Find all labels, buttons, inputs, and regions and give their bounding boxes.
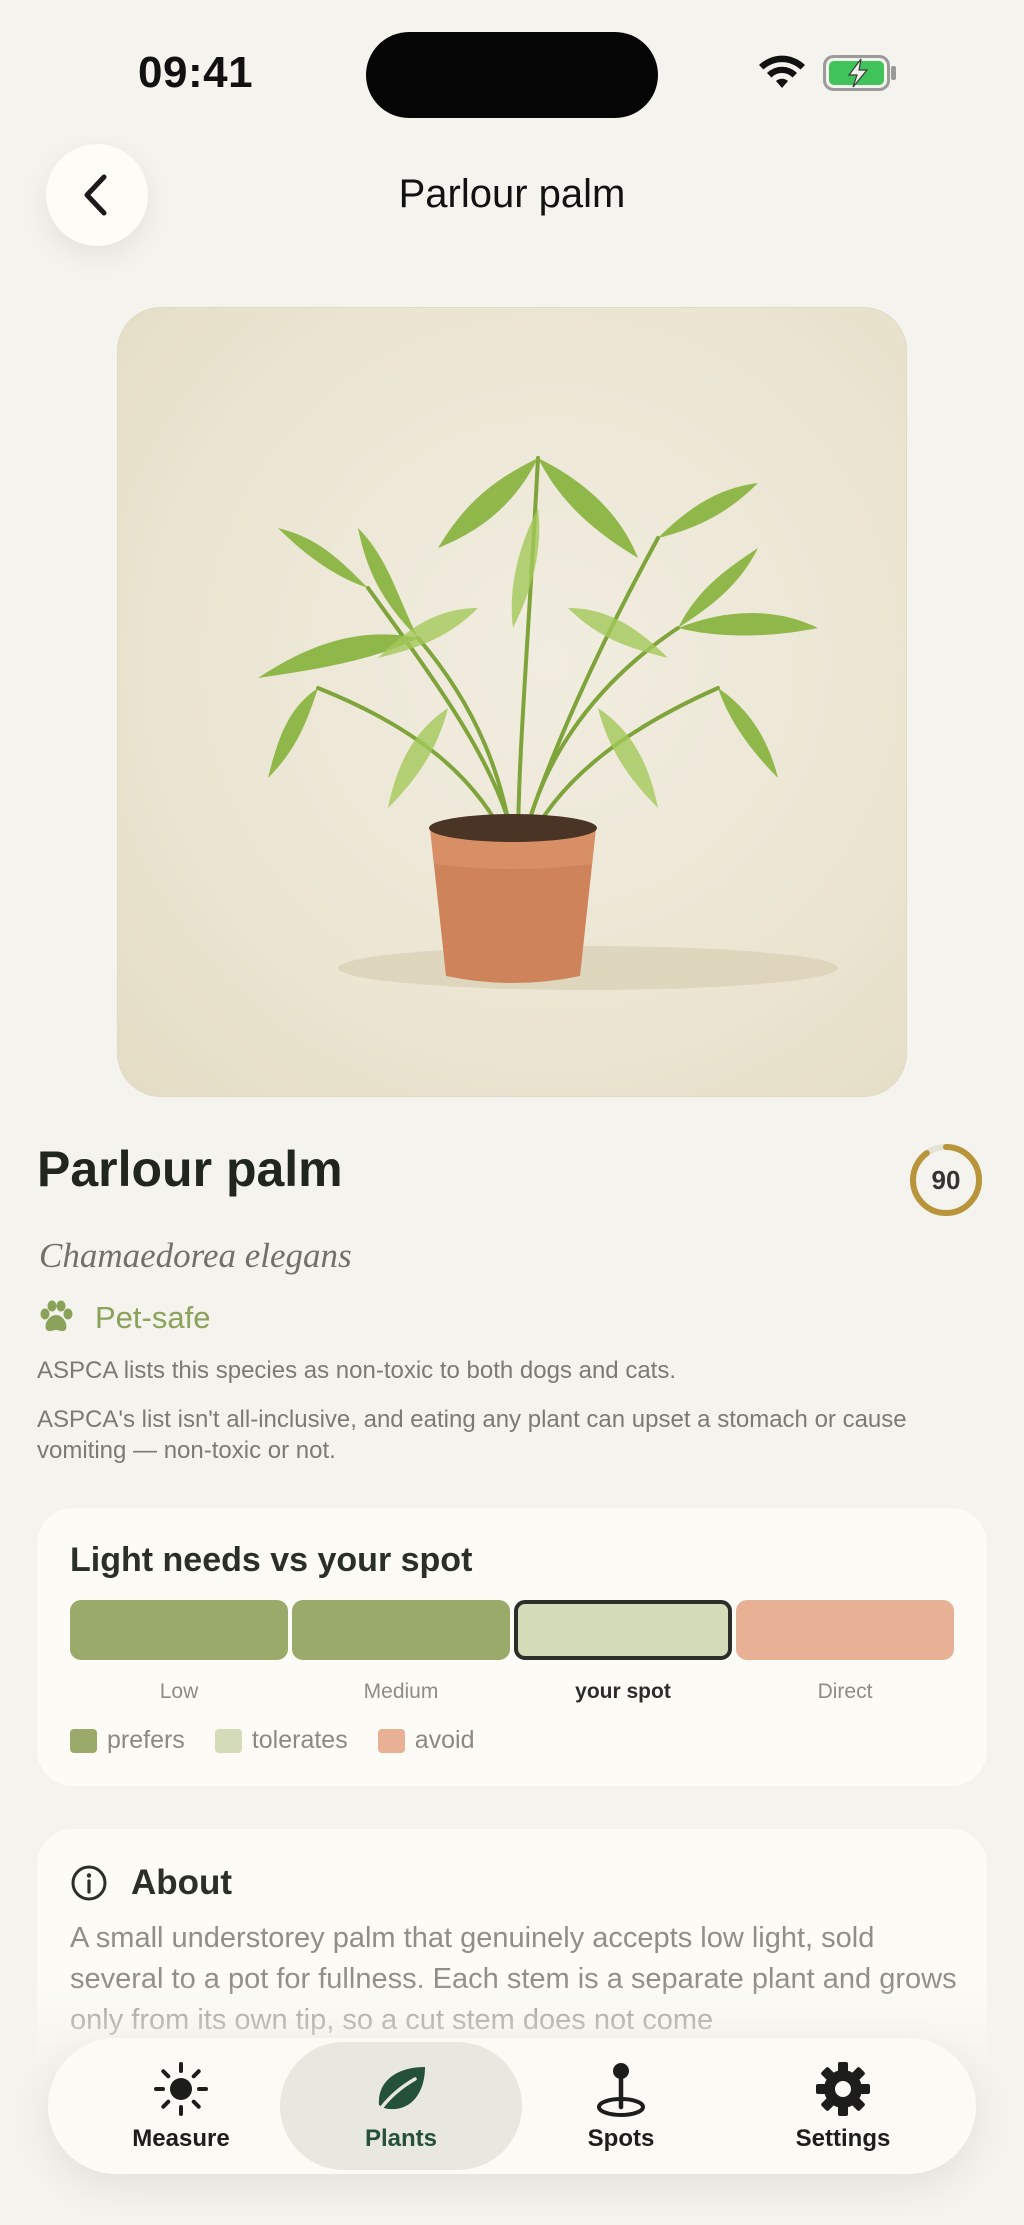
tab-label-measure: Measure <box>132 2125 230 2152</box>
legend-tolerates: tolerates <box>214 1726 348 1755</box>
sun-icon <box>154 2062 208 2116</box>
legend-prefers: prefers <box>70 1726 185 1755</box>
plant-detail-screen: 09:41 Parlour palm Parlour palm 90 Chama… <box>0 0 1024 2225</box>
wifi-icon <box>759 55 805 88</box>
plant-name: Parlour palm <box>37 1141 343 1197</box>
tab-label-spots: Spots <box>587 2125 655 2152</box>
gear-icon <box>816 2062 870 2116</box>
pet-safe-label: Pet-safe <box>95 1300 211 1335</box>
latin-name: Chamaedorea elegans <box>39 1236 352 1275</box>
tab-measure[interactable]: Measure <box>70 2038 292 2174</box>
page-title: Parlour palm <box>398 172 626 216</box>
legend-swatch-prefers <box>70 1728 97 1753</box>
light-bar-low <box>70 1600 288 1660</box>
light-legend: prefers tolerates avoid <box>70 1726 504 1755</box>
light-bar-medium <box>292 1600 510 1660</box>
pet-safety-disclaimer: ASPCA's list isn't all-inclusive, and ea… <box>37 1406 907 1464</box>
legend-swatch-tolerates <box>214 1728 242 1753</box>
leaf-icon <box>377 2067 425 2113</box>
palm-illustration <box>258 456 838 990</box>
tab-settings[interactable]: Settings <box>732 2038 954 2174</box>
plant-photo <box>117 307 907 1097</box>
legend-label-avoid: avoid <box>414 1726 475 1754</box>
score-value: 90 <box>931 1165 961 1195</box>
light-label-low: Low <box>159 1680 199 1703</box>
about-title: About <box>131 1863 233 1902</box>
light-bar-direct <box>736 1600 954 1660</box>
info-icon <box>71 1865 107 1901</box>
legend-swatch-avoid <box>377 1728 405 1753</box>
tab-spots[interactable]: Spots <box>510 2038 732 2174</box>
tab-label-settings: Settings <box>795 2125 891 2152</box>
paw-icon <box>40 1300 73 1332</box>
tab-plants[interactable]: Plants <box>290 2038 512 2174</box>
legend-label-prefers: prefers <box>107 1726 185 1754</box>
status-time: 09:41 <box>138 48 254 97</box>
light-label-your-spot: your spot <box>575 1680 671 1703</box>
dynamic-island <box>366 32 658 118</box>
legend-avoid: avoid <box>377 1726 475 1755</box>
light-card-title: Light needs vs your spot <box>70 1541 473 1579</box>
legend-label-tolerates: tolerates <box>251 1726 348 1754</box>
battery-icon <box>823 55 896 91</box>
light-needs-card: Light needs vs your spot Low Medium your… <box>37 1508 987 1786</box>
light-bar-your-spot <box>514 1600 732 1660</box>
pet-safety-note: ASPCA lists this species as non-toxic to… <box>37 1357 676 1384</box>
pin-icon <box>597 2063 645 2117</box>
light-label-medium: Medium <box>363 1680 439 1703</box>
tab-bar: Measure Plants Spots Settings <box>48 2038 976 2174</box>
light-label-direct: Direct <box>817 1680 873 1703</box>
tab-label-plants: Plants <box>364 2125 438 2152</box>
